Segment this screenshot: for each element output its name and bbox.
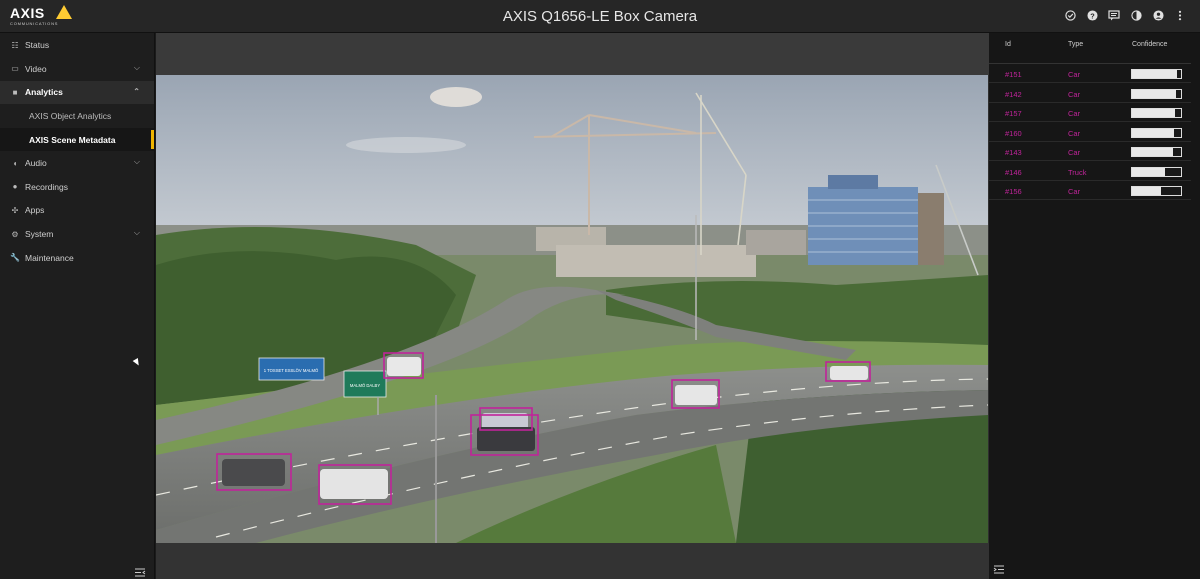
chevron-down-icon: ⌵ — [133, 228, 140, 238]
chevron-down-icon: ⌵ — [133, 63, 140, 73]
feedback-icon[interactable] — [1108, 9, 1120, 21]
detection-type: Car — [1068, 148, 1081, 157]
table-row[interactable]: #143 Car — [989, 142, 1191, 162]
sidebar-subitem-scene-metadata[interactable]: AXIS Scene Metadata — [0, 127, 154, 152]
sidebar-item-audio[interactable]: ◖ Audio ⌵ — [0, 151, 154, 175]
confidence-bar — [1131, 108, 1182, 118]
column-header-id: Id — [1005, 41, 1011, 48]
sidebar-item-label: Video — [25, 63, 47, 74]
contrast-icon[interactable] — [1130, 9, 1142, 21]
video-icon: ▭ — [11, 64, 19, 74]
system-icon: ⚙ — [11, 229, 19, 239]
detections-table-header: Id Type Confidence — [989, 41, 1200, 57]
table-row[interactable]: #142 Car — [989, 84, 1191, 103]
detection-id: #142 — [1005, 89, 1022, 99]
table-row[interactable]: #151 Car — [989, 64, 1191, 84]
sidebar-item-label: Audio — [25, 158, 47, 169]
table-row[interactable]: #160 Car — [989, 123, 1191, 142]
video-letterbox-top — [156, 33, 989, 75]
confidence-fill — [1132, 148, 1174, 156]
more-icon[interactable] — [1174, 9, 1186, 21]
road-sign-right-text: MALMÖ DALBY — [350, 383, 380, 388]
live-video[interactable]: 1 TOSSET ESSLÖV MALMÖ MALMÖ DALBY — [156, 75, 988, 543]
detection-type: Car — [1068, 187, 1081, 196]
status-icon: ☷ — [11, 40, 19, 50]
detection-id: #156 — [1005, 187, 1022, 196]
detection-type: Car — [1068, 70, 1081, 79]
sidebar-item-label: Maintenance — [25, 252, 74, 263]
video-viewer: 1 TOSSET ESSLÖV MALMÖ MALMÖ DALBY — [156, 33, 989, 579]
confidence-fill — [1132, 109, 1176, 117]
top-bar: AXIS COMMUNICATIONS AXIS Q1656-LE Box Ca… — [0, 0, 1200, 33]
detection-id: #151 — [1005, 70, 1022, 79]
sidebar-item-label: AXIS Object Analytics — [29, 111, 112, 122]
sidebar-item-apps[interactable]: ✣ Apps — [0, 199, 154, 223]
detection-id: #146 — [1005, 167, 1022, 177]
video-letterbox-bottom — [156, 543, 989, 579]
column-header-type: Type — [1068, 41, 1084, 48]
sidebar-item-system[interactable]: ⚙ System ⌵ — [0, 222, 154, 246]
maintenance-icon: 🔧 — [10, 253, 20, 263]
sidebar-item-label: AXIS Scene Metadata — [29, 134, 116, 145]
sidebar-item-status[interactable]: ☷ Status — [0, 34, 154, 58]
chevron-down-icon: ⌵ — [133, 157, 140, 167]
audio-icon: ◖ — [12, 158, 18, 168]
collapse-panel-icon[interactable] — [993, 565, 1007, 577]
confidence-bar — [1131, 147, 1182, 157]
sidebar-subitem-object-analytics[interactable]: AXIS Object Analytics — [0, 104, 154, 128]
confidence-bar — [1131, 69, 1182, 79]
help-icon[interactable]: ? — [1086, 9, 1098, 21]
table-row[interactable]: #156 Car — [989, 181, 1191, 201]
detection-id: #143 — [1005, 148, 1022, 157]
sidebar-item-label: Apps — [25, 205, 45, 216]
analytics-icon: ■ — [12, 87, 18, 97]
page-title: AXIS Q1656-LE Box Camera — [502, 8, 698, 25]
collapse-sidebar-icon[interactable] — [134, 568, 148, 578]
detections-panel: Id Type Confidence #151 Car #142 Car #157 Car… — [989, 33, 1200, 579]
account-icon[interactable] — [1152, 9, 1164, 21]
detection-type: Car — [1068, 109, 1081, 118]
recordings-icon: ● — [12, 182, 18, 192]
confidence-bar — [1131, 127, 1182, 138]
apps-icon: ✣ — [11, 205, 19, 215]
confidence-bar — [1131, 166, 1182, 177]
top-toolbar: ? — [1064, 9, 1186, 21]
detection-type: Car — [1068, 128, 1081, 138]
chevron-up-icon: ⌃ — [133, 86, 140, 96]
confidence-fill — [1132, 128, 1175, 137]
sidebar-item-analytics[interactable]: ■ Analytics ⌃ — [0, 80, 154, 105]
svg-text:?: ? — [1090, 11, 1095, 20]
confidence-fill — [1132, 167, 1166, 176]
sidebar-item-label: Analytics — [25, 87, 63, 98]
sidebar-item-label: Recordings — [25, 181, 68, 192]
confidence-fill — [1132, 70, 1178, 78]
column-header-confidence: Confidence — [1132, 41, 1168, 48]
sidebar-item-label: System — [25, 229, 54, 240]
sidebar-item-video[interactable]: ▭ Video ⌵ — [0, 57, 154, 81]
confidence-fill — [1132, 187, 1162, 195]
sidebar: ☷ Status ▭ Video ⌵ ■ Analytics ⌃ AXIS Ob… — [0, 33, 155, 579]
table-row[interactable]: #146 Truck — [989, 162, 1191, 181]
confidence-bar — [1131, 88, 1182, 99]
video-scene: 1 TOSSET ESSLÖV MALMÖ MALMÖ DALBY — [156, 75, 988, 543]
detection-type: Truck — [1068, 167, 1087, 177]
detection-type: Car — [1068, 89, 1081, 99]
table-row[interactable]: #157 Car — [989, 103, 1191, 123]
detection-id: #157 — [1005, 109, 1022, 118]
confidence-bar — [1131, 186, 1182, 196]
sidebar-item-label: Status — [25, 40, 50, 51]
sidebar-item-maintenance[interactable]: 🔧 Maintenance — [0, 246, 154, 270]
sidebar-item-recordings[interactable]: ● Recordings — [0, 175, 154, 199]
detection-id: #160 — [1005, 128, 1022, 138]
confidence-fill — [1132, 89, 1177, 98]
road-sign-left-text: 1 TOSSET ESSLÖV MALMÖ — [264, 368, 319, 373]
status-check-icon[interactable] — [1064, 9, 1076, 21]
